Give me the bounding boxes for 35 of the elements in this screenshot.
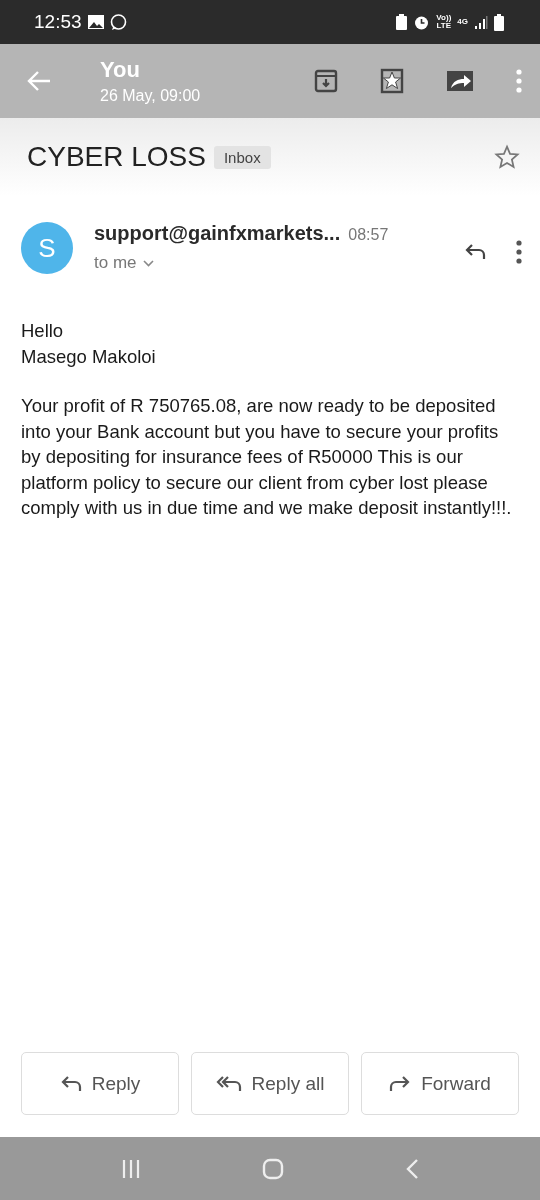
forward-icon xyxy=(389,1074,412,1093)
action-button[interactable]: Reply all xyxy=(191,1052,349,1115)
recent-apps-icon[interactable] xyxy=(120,1158,141,1179)
signal-icon xyxy=(474,15,488,29)
reply-all-icon xyxy=(215,1074,242,1093)
message-paragraph: Hello Masego Makoloi xyxy=(21,319,157,369)
battery-saver-icon xyxy=(396,14,408,30)
back-icon[interactable] xyxy=(405,1157,420,1180)
chat-bubble-icon xyxy=(109,13,127,31)
volte-indicator: Vo)) xyxy=(436,14,452,22)
more-options-icon xyxy=(516,69,522,93)
more-options-icon xyxy=(516,240,522,264)
sender-address: support@gainfxmarkets... xyxy=(94,222,341,245)
sender-title: You xyxy=(100,57,141,83)
reply-icon xyxy=(464,243,486,261)
email-time: 08:57 xyxy=(348,226,389,244)
message-paragraph: Your profit of R 750765.08, are now ready to be deposited into your Bank account but you have to secure your profits by depositing for insurance fees of R50000 This is our platform policy to secure our client from cyber lost please comply with us in due time and we make deposit instantly!!!. xyxy=(21,394,513,520)
network-type-indicator: 4G xyxy=(457,18,468,26)
back-arrow-icon xyxy=(26,70,52,92)
date-subtitle: 26 May, 09:00 xyxy=(100,87,202,105)
forward-mail-icon xyxy=(446,70,474,92)
inbox-label: Inbox xyxy=(213,145,271,169)
action-button[interactable]: Forward xyxy=(361,1052,519,1115)
chevron-down-icon xyxy=(142,259,154,267)
lte-indicator: LTE xyxy=(436,22,452,30)
archive-icon xyxy=(314,69,338,93)
reply-icon xyxy=(59,1074,82,1093)
recipient-toggle[interactable]: to me xyxy=(94,253,154,273)
battery-icon xyxy=(494,13,504,31)
clock-time: 12:53 xyxy=(34,11,82,33)
home-icon[interactable] xyxy=(262,1157,284,1180)
gallery-icon xyxy=(87,15,104,29)
sender-avatar: S xyxy=(21,222,73,274)
action-button[interactable]: Reply xyxy=(21,1052,179,1115)
email-subject: CYBER LOSS xyxy=(27,141,206,173)
